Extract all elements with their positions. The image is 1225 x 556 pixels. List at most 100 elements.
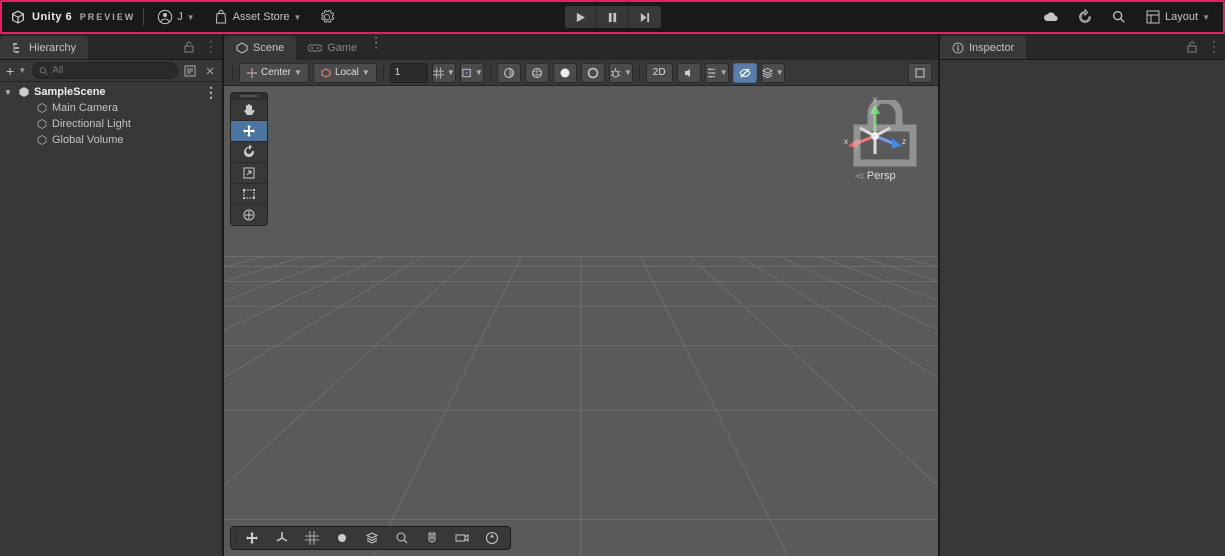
account-icon [157,9,173,25]
step-button[interactable] [629,6,661,28]
orientation-gizmo[interactable]: y x z ◅Persp [830,96,920,182]
unity-logo-section: Unity 6 PREVIEW [10,9,135,25]
foldout-icon[interactable]: ▼ [4,88,14,97]
transform-tool[interactable] [231,204,267,225]
lock-icon[interactable] [850,100,920,170]
settings-button[interactable] [314,6,340,28]
chevron-down-icon: ▼ [294,13,302,22]
pivot-label: Center [261,67,291,78]
collapse-icon [204,65,216,77]
handle-rotation-dropdown[interactable]: Local▼ [313,63,377,83]
lock-open-icon [183,41,195,53]
scene-row[interactable]: ▼ SampleScene ⋮ [0,84,222,100]
layers-dropdown[interactable]: ▼ [761,63,785,83]
account-initial: J [177,11,183,23]
gizmos-dropdown[interactable] [908,63,932,83]
snap-icon [461,67,472,79]
hidden-icon [739,67,751,79]
move-overlay-button[interactable] [238,528,266,548]
hierarchy-item[interactable]: Global Volume [0,132,222,148]
play-controls [565,6,661,28]
cloud-button[interactable] [1038,6,1064,28]
scene-viewport[interactable]: y x z ◅Persp [224,86,938,556]
search-overlay-button[interactable] [388,528,416,548]
axis-icon [275,531,289,545]
hierarchy-icon [12,42,24,54]
lock-toggle[interactable] [1181,34,1203,59]
transform-icon [242,208,256,222]
camera-icon [455,531,469,545]
search-button[interactable] [1106,6,1132,28]
pause-button[interactable] [597,6,629,28]
transform-tools-palette [230,92,268,226]
layers-icon [365,531,379,545]
local-icon [320,67,332,79]
game-icon [308,43,322,53]
hierarchy-item[interactable]: Main Camera [0,100,222,116]
shaded-wireframe-button[interactable] [581,63,605,83]
hierarchy-search[interactable] [32,62,178,79]
plus-icon: + [6,63,14,79]
unity-logo-icon [10,9,26,25]
visibility-toggle[interactable] [733,63,757,83]
scene-name: SampleScene [34,86,106,98]
create-dropdown[interactable]: +▼ [4,63,28,79]
rect-tool[interactable] [231,183,267,204]
hierarchy-item[interactable]: Directional Light [0,116,222,132]
tab-scene[interactable]: Scene [224,36,296,60]
grid-size-input[interactable] [390,63,428,83]
kebab-icon[interactable]: ⋮ [204,84,218,101]
move-tool[interactable] [231,120,267,141]
brand-text: Unity 6 [32,11,72,23]
tab-game[interactable]: Game [296,36,369,60]
grid-overlay-button[interactable] [298,528,326,548]
tab-inspector[interactable]: Inspector [940,36,1026,59]
panel-menu[interactable]: ⋮ [369,34,383,60]
panel-menu[interactable]: ⋮ [200,34,222,59]
rotate-tool[interactable] [231,141,267,162]
lock-toggle[interactable] [178,34,200,59]
tab-hierarchy[interactable]: Hierarchy [0,36,88,59]
snap-overlay-button[interactable] [418,528,446,548]
kebab-icon: ⋮ [204,38,218,55]
undo-history-button[interactable] [1072,6,1098,28]
search-icon [395,531,409,545]
rect-icon [242,187,256,201]
panel-menu[interactable]: ⋮ [1203,34,1225,59]
pivot-mode-dropdown[interactable]: Center▼ [239,63,309,83]
wireframe-icon [531,67,543,79]
wireframe-button[interactable] [525,63,549,83]
camera-mode-icon: ◅ [854,169,862,182]
debug-mode-dropdown[interactable]: ▼ [609,63,633,83]
hierarchy-collapse-button[interactable] [202,65,218,77]
account-dropdown[interactable]: J ▼ [152,6,199,28]
asset-store-dropdown[interactable]: Asset Store ▼ [208,6,307,28]
hand-tool[interactable] [231,99,267,120]
inspector-panel: Inspector ⋮ [940,34,1225,556]
step-icon [639,12,650,23]
grid-snap-dropdown[interactable]: ▼ [432,63,456,83]
draw-mode-button[interactable] [497,63,521,83]
pause-icon [607,12,618,23]
layers-overlay-button[interactable] [358,528,386,548]
snap-increment-dropdown[interactable]: ▼ [460,63,484,83]
hierarchy-search-input[interactable] [52,65,171,76]
hierarchy-tab-label: Hierarchy [29,42,76,54]
unlit-button[interactable] [553,63,577,83]
search-icon [39,66,48,76]
asset-store-label: Asset Store [233,11,290,23]
nav-overlay-button[interactable] [478,528,506,548]
hierarchy-panel: Hierarchy ⋮ +▼ ▼ SampleScene ⋮ [0,34,222,556]
2d-toggle[interactable]: 2D [646,63,673,83]
play-button[interactable] [565,6,597,28]
orientation-overlay-button[interactable] [268,528,296,548]
compass-icon [485,531,499,545]
fx-dropdown[interactable]: ▼ [705,63,729,83]
layout-dropdown[interactable]: Layout ▼ [1140,6,1215,28]
camera-overlay-button[interactable] [448,528,476,548]
scale-tool[interactable] [231,162,267,183]
search-by-type-button[interactable] [182,65,198,77]
audio-toggle[interactable] [677,63,701,83]
light-overlay-button[interactable] [328,528,356,548]
search-icon [1111,9,1127,25]
